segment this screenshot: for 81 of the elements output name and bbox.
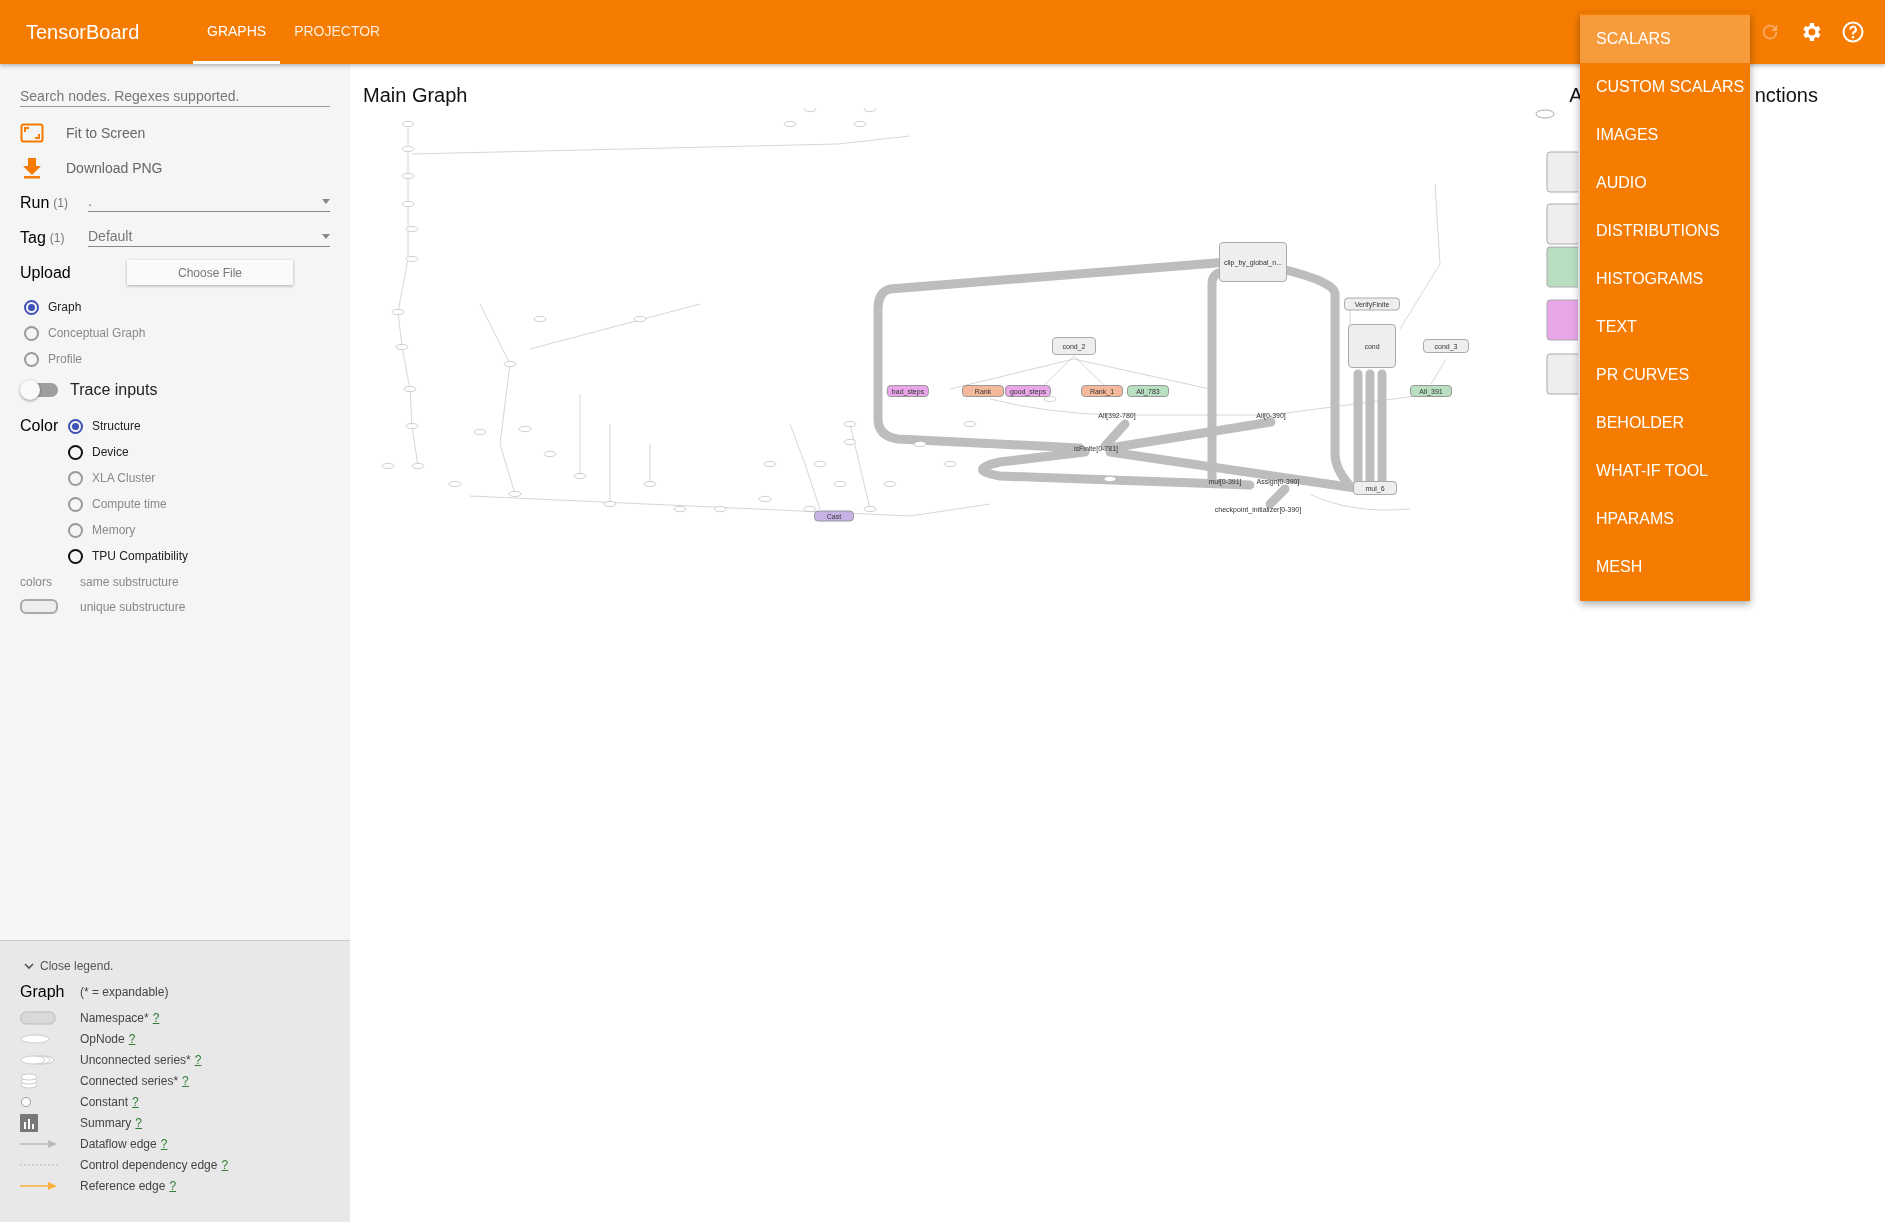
help-link[interactable]: ? — [135, 1115, 143, 1130]
help-icon[interactable] — [1841, 20, 1865, 44]
toggle-switch[interactable] — [22, 382, 58, 397]
help-link[interactable]: ? — [152, 1010, 160, 1025]
ellipse-icon — [20, 1033, 50, 1044]
help-link[interactable]: ? — [194, 1052, 202, 1067]
help-link[interactable]: ? — [169, 1178, 177, 1193]
help-link[interactable]: ? — [132, 1094, 139, 1109]
legend-label: Constant — [80, 1094, 129, 1109]
help-link[interactable]: ? — [160, 1136, 168, 1151]
app-title: TensorBoard — [26, 19, 141, 45]
bar-chart-icon — [20, 1113, 38, 1132]
legend-label: Connected series* — [80, 1073, 179, 1088]
radio-label: XLA Cluster — [92, 471, 156, 485]
menu-item[interactable]: PR CURVES — [1580, 351, 1750, 399]
legend-label: Namespace* — [80, 1010, 149, 1025]
legend-note: (* = expandable) — [80, 985, 169, 999]
radio-label: Compute time — [92, 497, 167, 511]
radio-label: Profile — [48, 352, 82, 366]
legend-title: Graph — [20, 983, 66, 1001]
field-label: Tag — [20, 228, 46, 247]
legend-label: Reference edge — [80, 1178, 166, 1193]
upload-label: Upload — [20, 263, 71, 282]
legend-label: same substructure — [80, 574, 179, 589]
search-field[interactable]: Search nodes. Regexes supported. — [20, 86, 330, 107]
field-label: Run — [20, 193, 50, 212]
help-link[interactable]: ? — [182, 1073, 189, 1088]
legend-label: OpNode — [80, 1031, 125, 1046]
arrow-icon — [20, 1180, 58, 1191]
radio-button[interactable] — [68, 418, 83, 434]
menu-item[interactable]: DISTRIBUTIONS — [1580, 207, 1750, 255]
caret-icon — [322, 233, 330, 239]
stacked-ellipses-icon — [20, 1054, 56, 1065]
count-label: (1) — [53, 195, 70, 210]
legend-label: Unconnected series* — [80, 1052, 191, 1067]
radio-label: Device — [92, 445, 129, 459]
graph-title: nctions — [1754, 84, 1818, 108]
menu-item[interactable]: IMAGES — [1580, 111, 1750, 159]
legend-label: Control dependency edge — [80, 1157, 218, 1172]
menu-item[interactable]: HPARAMS — [1580, 495, 1750, 543]
legend-label: unique substructure — [80, 599, 186, 614]
radio-label: TPU Compatibility — [92, 549, 189, 563]
radio-label: Conceptual Graph — [48, 326, 146, 340]
legend-label: Summary — [80, 1115, 132, 1130]
substructure-swatch — [20, 599, 58, 614]
menu-item[interactable]: MESH — [1580, 543, 1750, 591]
menu-item[interactable]: WHAT-IF TOOL — [1580, 447, 1750, 495]
help-link[interactable]: ? — [221, 1157, 229, 1172]
chevron-down-icon — [24, 962, 34, 970]
caret-icon — [322, 198, 330, 204]
color-label: Color — [20, 416, 60, 436]
radio-label: Graph — [48, 300, 82, 314]
radio-button[interactable] — [68, 548, 83, 564]
namespace-icon — [20, 1010, 56, 1025]
menu-item[interactable]: TEXT — [1580, 303, 1750, 351]
help-link[interactable]: ? — [128, 1031, 136, 1046]
menu-item[interactable]: HISTOGRAMS — [1580, 255, 1750, 303]
arrow-icon — [20, 1138, 58, 1149]
count-label: (1) — [49, 230, 66, 245]
fit-screen-icon[interactable] — [20, 122, 44, 143]
toggle-label: Trace inputs — [70, 380, 158, 399]
radio-button[interactable] — [68, 444, 83, 460]
menu-item[interactable]: BEHOLDER — [1580, 399, 1750, 447]
menu-item[interactable]: CUSTOM SCALARS — [1580, 63, 1750, 111]
legend-label: Dataflow edge — [80, 1136, 157, 1151]
action-label[interactable]: Download PNG — [66, 159, 163, 176]
circle-icon — [20, 1095, 32, 1108]
radio-label: Structure — [92, 419, 141, 433]
menu-item[interactable]: SCALARS — [1580, 15, 1750, 63]
choose-file-button[interactable]: Choose File — [127, 260, 293, 285]
radio-label: Memory — [92, 523, 136, 537]
dropdown-field[interactable]: Default — [88, 228, 330, 247]
radio-button[interactable] — [24, 299, 39, 315]
nav-tab[interactable]: PROJECTOR — [280, 0, 395, 64]
dropdown-field[interactable]: . — [88, 193, 330, 212]
menu-item[interactable]: AUDIO — [1580, 159, 1750, 207]
stacked-discs-icon — [20, 1072, 38, 1089]
action-label[interactable]: Fit to Screen — [66, 124, 146, 141]
colors-label: colors — [20, 574, 52, 589]
close-legend-toggle[interactable]: Close legend. — [24, 955, 330, 977]
graph-title: Main Graph — [363, 84, 468, 108]
